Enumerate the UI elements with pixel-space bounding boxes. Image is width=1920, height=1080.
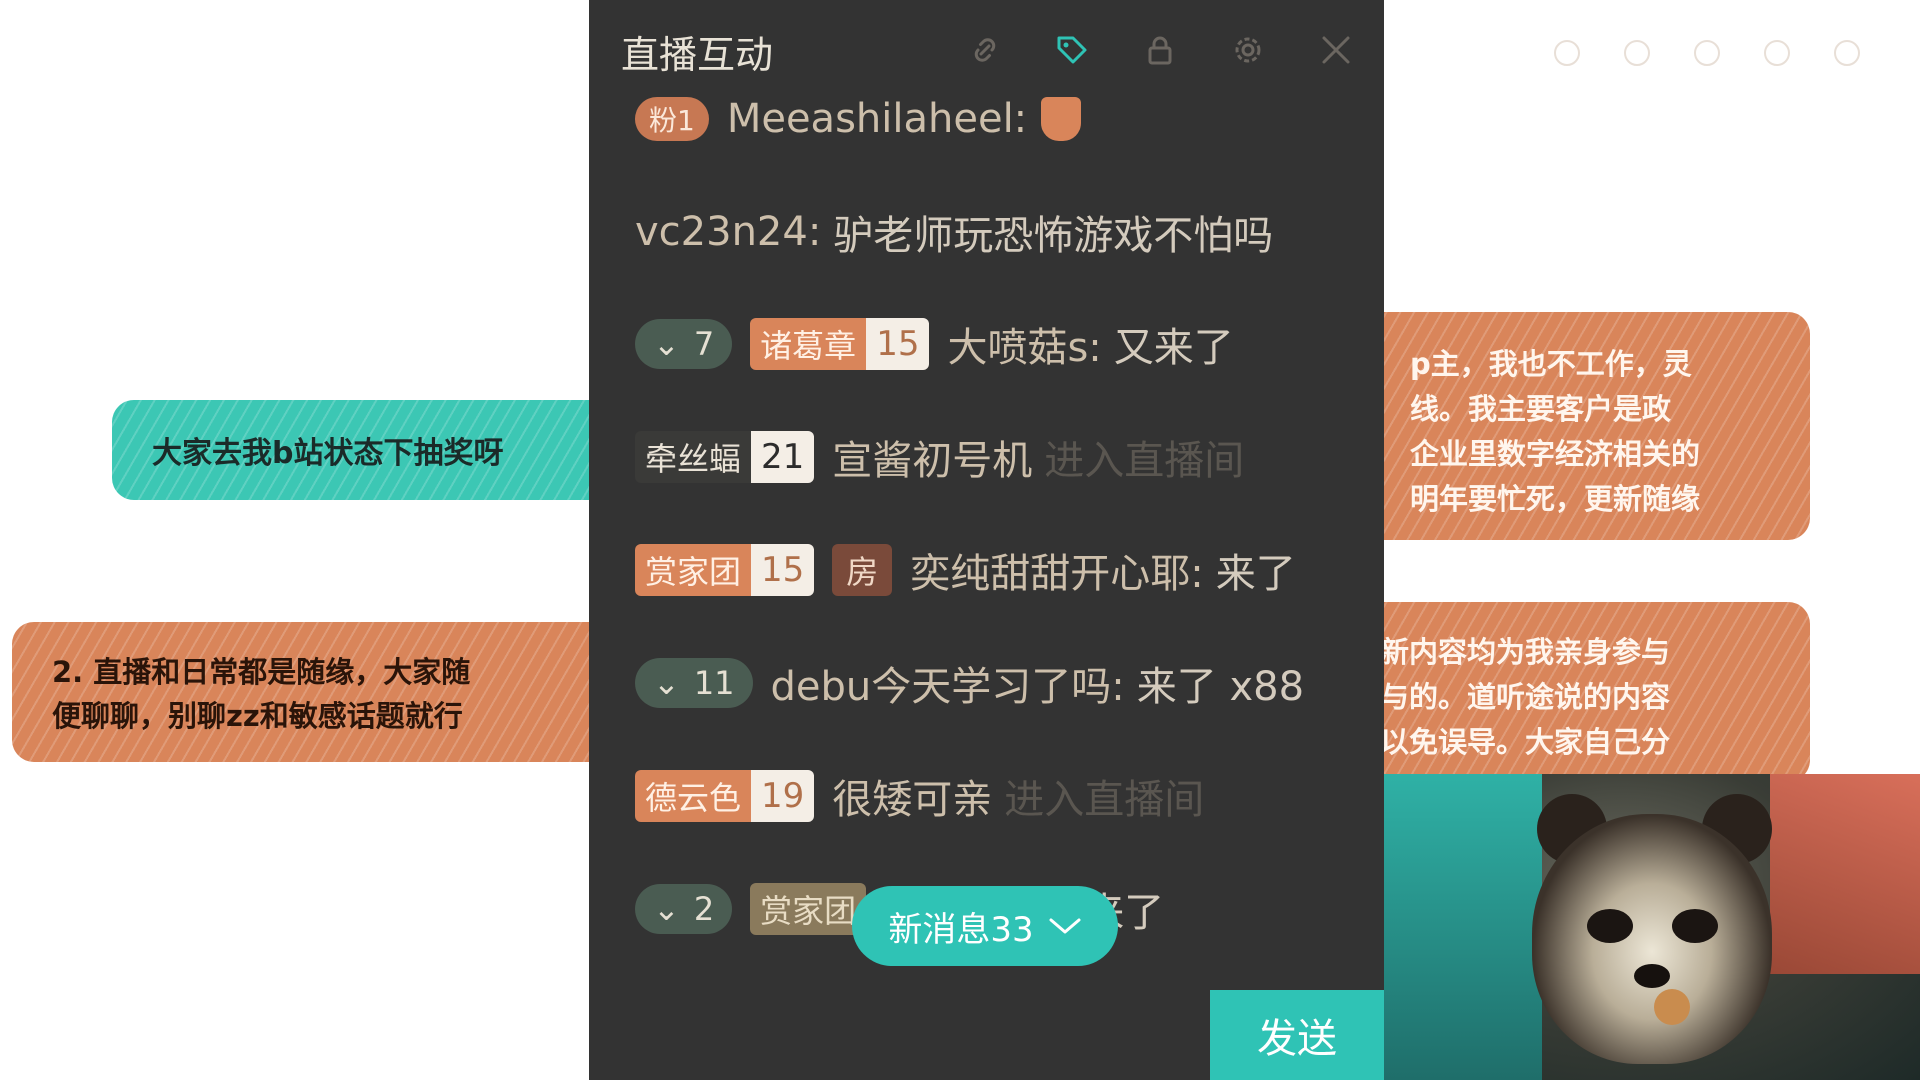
- chat-message: 赏家团 15 房 奕纯甜甜开心耶: 来了: [635, 541, 1296, 599]
- guard-badge: ⌄ 2: [635, 884, 733, 934]
- fan-medal: 赏家团 15: [635, 544, 815, 596]
- medal-level: 19: [751, 770, 815, 822]
- chevron-down-icon: ⌄: [653, 890, 680, 928]
- medal-level: 15: [751, 544, 815, 596]
- medal-name: 赏家团: [635, 544, 752, 596]
- entry-text: 进入直播间: [1004, 777, 1205, 823]
- faded-icon: [1554, 40, 1580, 66]
- rules-note: 2. 直播和日常都是随缘，大家随 便聊聊，别聊zz和敏感话题就行: [12, 622, 612, 762]
- username[interactable]: 奕纯甜甜开心耶:: [910, 541, 1203, 599]
- username[interactable]: 大喷菇s:: [947, 315, 1101, 373]
- medal-name: 牵丝蝠: [635, 431, 752, 483]
- username[interactable]: 宣酱初号机: [832, 428, 1032, 486]
- lottery-note-text: 大家去我b站状态下抽奖呀: [152, 436, 504, 471]
- fan-medal: 赏家团: [750, 883, 867, 935]
- cup-icon: [1041, 97, 1082, 141]
- guard-badge: ⌄ 11: [635, 658, 753, 708]
- chat-message: ⌄ 11 debu今天学习了吗: 来了 x88: [635, 654, 1304, 712]
- about-note: p主，我也不工作，灵 线。我主要客户是政 企业里数字经济相关的 明年要忙死，更新…: [1330, 312, 1810, 540]
- chevron-down-icon: [1049, 918, 1081, 934]
- raccoon-nose: [1634, 964, 1670, 988]
- message-text: 驴老师玩恐怖游戏不怕吗: [833, 213, 1274, 259]
- entry-text: 进入直播间: [1044, 438, 1245, 484]
- webcam-background: [1770, 774, 1920, 974]
- guard-badge: ⌄ 7: [635, 319, 733, 369]
- faded-icon: [1694, 40, 1720, 66]
- guard-level: 11: [693, 664, 735, 702]
- faded-icon: [1834, 40, 1860, 66]
- coin: [1654, 989, 1690, 1025]
- lock-icon[interactable]: [1142, 32, 1178, 68]
- send-button[interactable]: 发送: [1210, 990, 1384, 1080]
- message-text: 来了 x88: [1136, 664, 1305, 710]
- webcam-background: [1382, 774, 1542, 1080]
- raccoon-eye: [1587, 909, 1633, 943]
- about-note-line: 企业里数字经济相关的: [1410, 437, 1701, 471]
- close-icon[interactable]: [1318, 32, 1354, 68]
- rules-note-line: 便聊聊，别聊zz和敏感话题就行: [52, 699, 463, 733]
- faded-icon: [1764, 40, 1790, 66]
- about-note-line: 线。我主要客户是政: [1410, 392, 1672, 426]
- webcam-feed: [1382, 774, 1920, 1080]
- about-note-line: p主，我也不工作，灵: [1410, 347, 1692, 381]
- medal-name: 德云色: [635, 770, 752, 822]
- content-note-line: 新内容均为我亲身参与: [1380, 635, 1671, 669]
- new-messages-label: 新消息33: [888, 909, 1034, 950]
- guard-level: 2: [693, 890, 715, 928]
- chat-message: ⌄ 7 诸葛章 15 大喷菇s: 又来了: [635, 315, 1234, 373]
- new-messages-button[interactable]: 新消息33: [852, 886, 1118, 966]
- chevron-down-icon: ⌄: [653, 325, 680, 363]
- faded-icon: [1624, 40, 1650, 66]
- medal-name: 赏家团: [750, 883, 867, 935]
- about-note-line: 明年要忙死，更新随缘: [1410, 482, 1701, 516]
- tag-icon[interactable]: [1054, 32, 1090, 68]
- username[interactable]: debu今天学习了吗:: [771, 654, 1125, 712]
- fan-medal: 牵丝蝠 21: [635, 431, 815, 483]
- content-note-line: 以免误导。大家自己分: [1380, 725, 1671, 759]
- fan-medal: 德云色 19: [635, 770, 815, 822]
- chat-message: 德云色 19 很矮可亲 进入直播间: [635, 767, 1204, 825]
- panel-header: 直播互动: [589, 0, 1384, 100]
- lottery-note: 大家去我b站状态下抽奖呀: [112, 400, 612, 500]
- room-badge: 房: [832, 544, 893, 596]
- chat-message: 牵丝蝠 21 宣酱初号机 进入直播间: [635, 428, 1244, 486]
- fan-medal: 诸葛章 15: [750, 318, 930, 370]
- chat-message: 粉1 Meeashilaheel:: [635, 90, 1082, 148]
- username[interactable]: vc23n24:: [635, 209, 821, 255]
- content-note-line: 与的。道听途说的内容: [1380, 680, 1671, 714]
- link-icon[interactable]: [967, 32, 1003, 68]
- raccoon-eye: [1672, 909, 1718, 943]
- chevron-down-icon: ⌄: [653, 664, 680, 702]
- live-interaction-panel: 直播互动 粉1 Meeashilaheel: vc23n24: 驴老师玩恐怖游戏…: [589, 0, 1384, 1080]
- content-note: 新内容均为我亲身参与 与的。道听途说的内容 以免误导。大家自己分: [1330, 602, 1810, 782]
- fan-badge: 粉1: [635, 97, 709, 141]
- background-toolbar: [1554, 40, 1860, 66]
- guard-level: 7: [693, 325, 715, 363]
- username[interactable]: 很矮可亲: [832, 767, 992, 825]
- gear-icon[interactable]: [1230, 32, 1266, 68]
- medal-level: 21: [751, 431, 815, 483]
- username[interactable]: Meeashilaheel:: [727, 96, 1027, 142]
- send-label: 发送: [1257, 1016, 1337, 1062]
- chat-message: vc23n24: 驴老师玩恐怖游戏不怕吗: [635, 203, 1273, 261]
- message-text: 又来了: [1113, 325, 1234, 371]
- medal-level: 15: [866, 318, 930, 370]
- message-text: 来了: [1215, 551, 1296, 597]
- rules-note-line: 2. 直播和日常都是随缘，大家随: [52, 655, 471, 689]
- panel-title: 直播互动: [621, 33, 774, 77]
- raccoon-face: [1532, 814, 1772, 1064]
- medal-name: 诸葛章: [750, 318, 867, 370]
